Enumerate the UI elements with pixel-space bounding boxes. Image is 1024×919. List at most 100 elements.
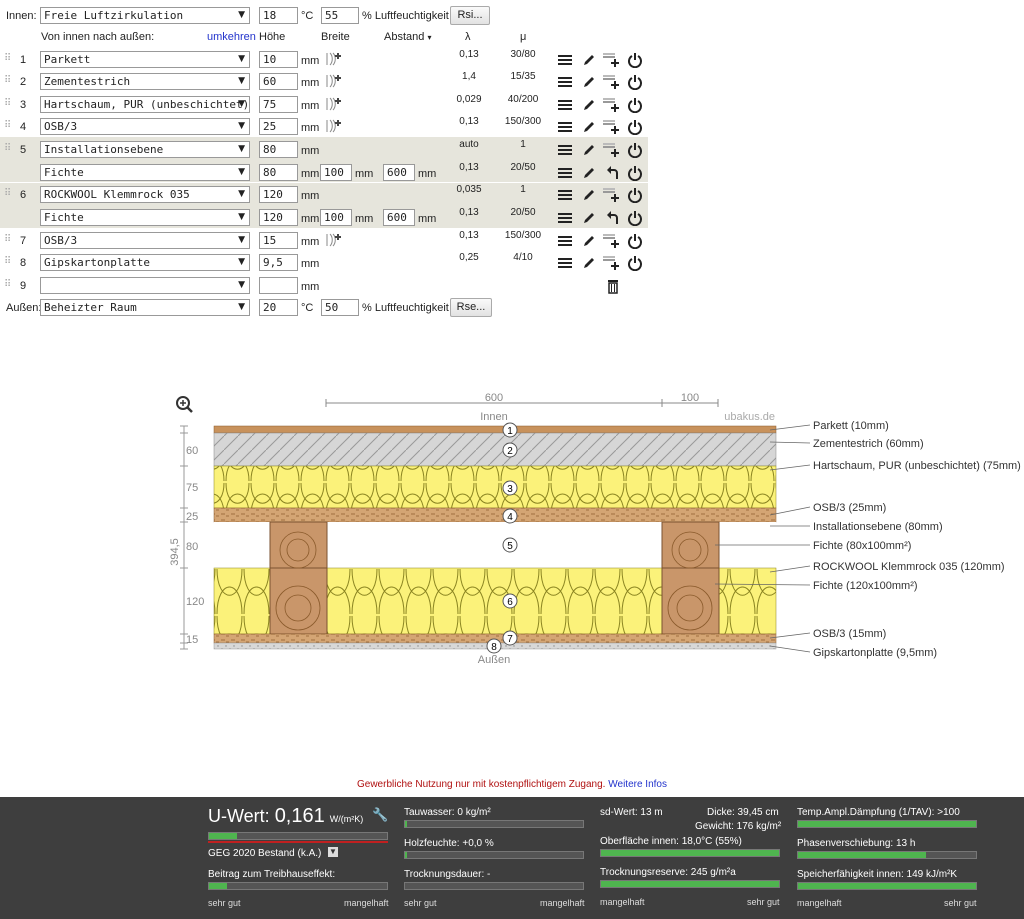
edit-icon[interactable] bbox=[581, 74, 597, 90]
reserve-bar bbox=[600, 880, 780, 888]
trash-icon[interactable] bbox=[605, 278, 621, 294]
toggle-layer-icon[interactable] bbox=[627, 52, 643, 69]
layer-spacing-input[interactable]: 600 bbox=[383, 164, 415, 181]
toggle-layer-icon[interactable] bbox=[627, 233, 643, 250]
col-mu: μ bbox=[520, 31, 527, 43]
wrench-icon[interactable]: 🔧 bbox=[372, 808, 388, 821]
toggle-layer-icon[interactable] bbox=[627, 187, 643, 204]
edit-icon[interactable] bbox=[581, 255, 597, 271]
col-spacing[interactable]: Abstand ▾ bbox=[384, 30, 431, 45]
menu-icon[interactable] bbox=[557, 165, 573, 181]
zoom-icon[interactable] bbox=[176, 396, 193, 413]
edit-icon[interactable] bbox=[581, 187, 597, 203]
layer-height-input[interactable]: 120 bbox=[259, 209, 298, 226]
layer-material-select[interactable]: ROCKWOOL Klemmrock 035 ▼ bbox=[40, 186, 250, 203]
menu-icon[interactable] bbox=[557, 97, 573, 113]
texture-add-icon[interactable] bbox=[325, 118, 343, 134]
outer-temp-input[interactable]: 20 bbox=[259, 299, 298, 316]
drag-handle[interactable]: ⠿ bbox=[4, 188, 11, 199]
layer-material-select[interactable]: Hartschaum, PUR (unbeschichtet) ▼ bbox=[40, 96, 250, 113]
toggle-layer-icon[interactable] bbox=[627, 97, 643, 114]
rse-button[interactable]: Rse... bbox=[450, 298, 492, 317]
toggle-layer-icon[interactable] bbox=[627, 210, 643, 227]
layer-height-input[interactable]: 80 bbox=[259, 164, 298, 181]
drag-handle[interactable]: ⠿ bbox=[4, 75, 11, 86]
toggle-layer-icon[interactable] bbox=[627, 255, 643, 272]
edit-icon[interactable] bbox=[581, 210, 597, 226]
layer-height-input[interactable]: 10 bbox=[259, 51, 298, 68]
layer-spacing-input[interactable]: 600 bbox=[383, 209, 415, 226]
layer-height-input[interactable] bbox=[259, 277, 298, 294]
layer-material-select[interactable]: Fichte ▼ bbox=[40, 209, 250, 226]
drag-handle[interactable]: ⠿ bbox=[4, 279, 11, 290]
layer-height-input[interactable]: 75 bbox=[259, 96, 298, 113]
reverse-link[interactable]: umkehren bbox=[207, 30, 256, 44]
toggle-layer-icon[interactable] bbox=[627, 165, 643, 182]
layer-height-input[interactable]: 60 bbox=[259, 73, 298, 90]
undo-icon[interactable] bbox=[605, 210, 621, 226]
drag-handle[interactable]: ⠿ bbox=[4, 120, 11, 131]
texture-add-icon[interactable] bbox=[325, 51, 343, 67]
drag-handle[interactable]: ⠿ bbox=[4, 234, 11, 245]
outer-humidity-input[interactable]: 50 bbox=[321, 299, 359, 316]
menu-icon[interactable] bbox=[557, 187, 573, 203]
texture-add-icon[interactable] bbox=[325, 96, 343, 112]
add-layer-icon[interactable] bbox=[602, 119, 622, 135]
edit-icon[interactable] bbox=[581, 119, 597, 135]
add-layer-icon[interactable] bbox=[602, 255, 622, 271]
texture-add-icon[interactable] bbox=[325, 73, 343, 89]
toggle-layer-icon[interactable] bbox=[627, 74, 643, 91]
layer-height-input[interactable]: 25 bbox=[259, 118, 298, 135]
drag-handle[interactable]: ⠿ bbox=[4, 143, 11, 154]
layer-height-input[interactable]: 120 bbox=[259, 186, 298, 203]
layer-material-select[interactable]: Gipskartonplatte ▼ bbox=[40, 254, 250, 271]
layer-number: 4 bbox=[20, 121, 27, 133]
menu-icon[interactable] bbox=[557, 119, 573, 135]
layer-width-input[interactable]: 100 bbox=[320, 164, 352, 181]
inner-preset-select[interactable]: Freie Luftzirkulation ▼ bbox=[40, 7, 250, 24]
menu-icon[interactable] bbox=[557, 255, 573, 271]
add-layer-icon[interactable] bbox=[602, 97, 622, 113]
undo-icon[interactable] bbox=[605, 165, 621, 181]
layer-material-select[interactable]: OSB/3 ▼ bbox=[40, 118, 250, 135]
outer-preset-select[interactable]: Beheizter Raum ▼ bbox=[40, 299, 250, 316]
edit-icon[interactable] bbox=[581, 52, 597, 68]
menu-icon[interactable] bbox=[557, 52, 573, 68]
inner-temp-input[interactable]: 18 bbox=[259, 7, 298, 24]
menu-icon[interactable] bbox=[557, 233, 573, 249]
edit-icon[interactable] bbox=[581, 142, 597, 158]
drag-handle[interactable]: ⠿ bbox=[4, 98, 11, 109]
inner-humidity-input[interactable]: 55 bbox=[321, 7, 359, 24]
layer-number: 6 bbox=[20, 189, 27, 201]
standard-dropdown-icon[interactable]: ▼ bbox=[328, 847, 338, 857]
layer-material-select[interactable]: Parkett ▼ bbox=[40, 51, 250, 68]
more-info-link[interactable]: Weitere Infos bbox=[608, 779, 667, 790]
toggle-layer-icon[interactable] bbox=[627, 142, 643, 159]
drag-handle[interactable]: ⠿ bbox=[4, 53, 11, 64]
layer-material-select[interactable]: OSB/3 ▼ bbox=[40, 232, 250, 249]
edit-icon[interactable] bbox=[581, 233, 597, 249]
menu-icon[interactable] bbox=[557, 210, 573, 226]
layer-material-select[interactable]: ▼ bbox=[40, 277, 250, 294]
add-layer-icon[interactable] bbox=[602, 142, 622, 158]
menu-icon[interactable] bbox=[557, 74, 573, 90]
layer-height-input[interactable]: 9,5 bbox=[259, 254, 298, 271]
texture-add-icon[interactable] bbox=[325, 232, 343, 248]
add-layer-icon[interactable] bbox=[602, 74, 622, 90]
add-layer-icon[interactable] bbox=[602, 233, 622, 249]
drag-handle[interactable]: ⠿ bbox=[4, 256, 11, 267]
layer-height-input[interactable]: 15 bbox=[259, 232, 298, 249]
menu-icon[interactable] bbox=[557, 142, 573, 158]
rsi-button[interactable]: Rsi... bbox=[450, 6, 490, 25]
edit-icon[interactable] bbox=[581, 165, 597, 181]
add-layer-icon[interactable] bbox=[602, 52, 622, 68]
layer-material-select[interactable]: Zementestrich ▼ bbox=[40, 73, 250, 90]
toggle-layer-icon[interactable] bbox=[627, 119, 643, 136]
edit-icon[interactable] bbox=[581, 97, 597, 113]
unit-mm: mm bbox=[355, 168, 374, 180]
add-layer-icon[interactable] bbox=[602, 187, 622, 203]
layer-height-input[interactable]: 80 bbox=[259, 141, 298, 158]
layer-material-select[interactable]: Installationsebene ▼ bbox=[40, 141, 250, 158]
layer-material-select[interactable]: Fichte ▼ bbox=[40, 164, 250, 181]
layer-width-input[interactable]: 100 bbox=[320, 209, 352, 226]
